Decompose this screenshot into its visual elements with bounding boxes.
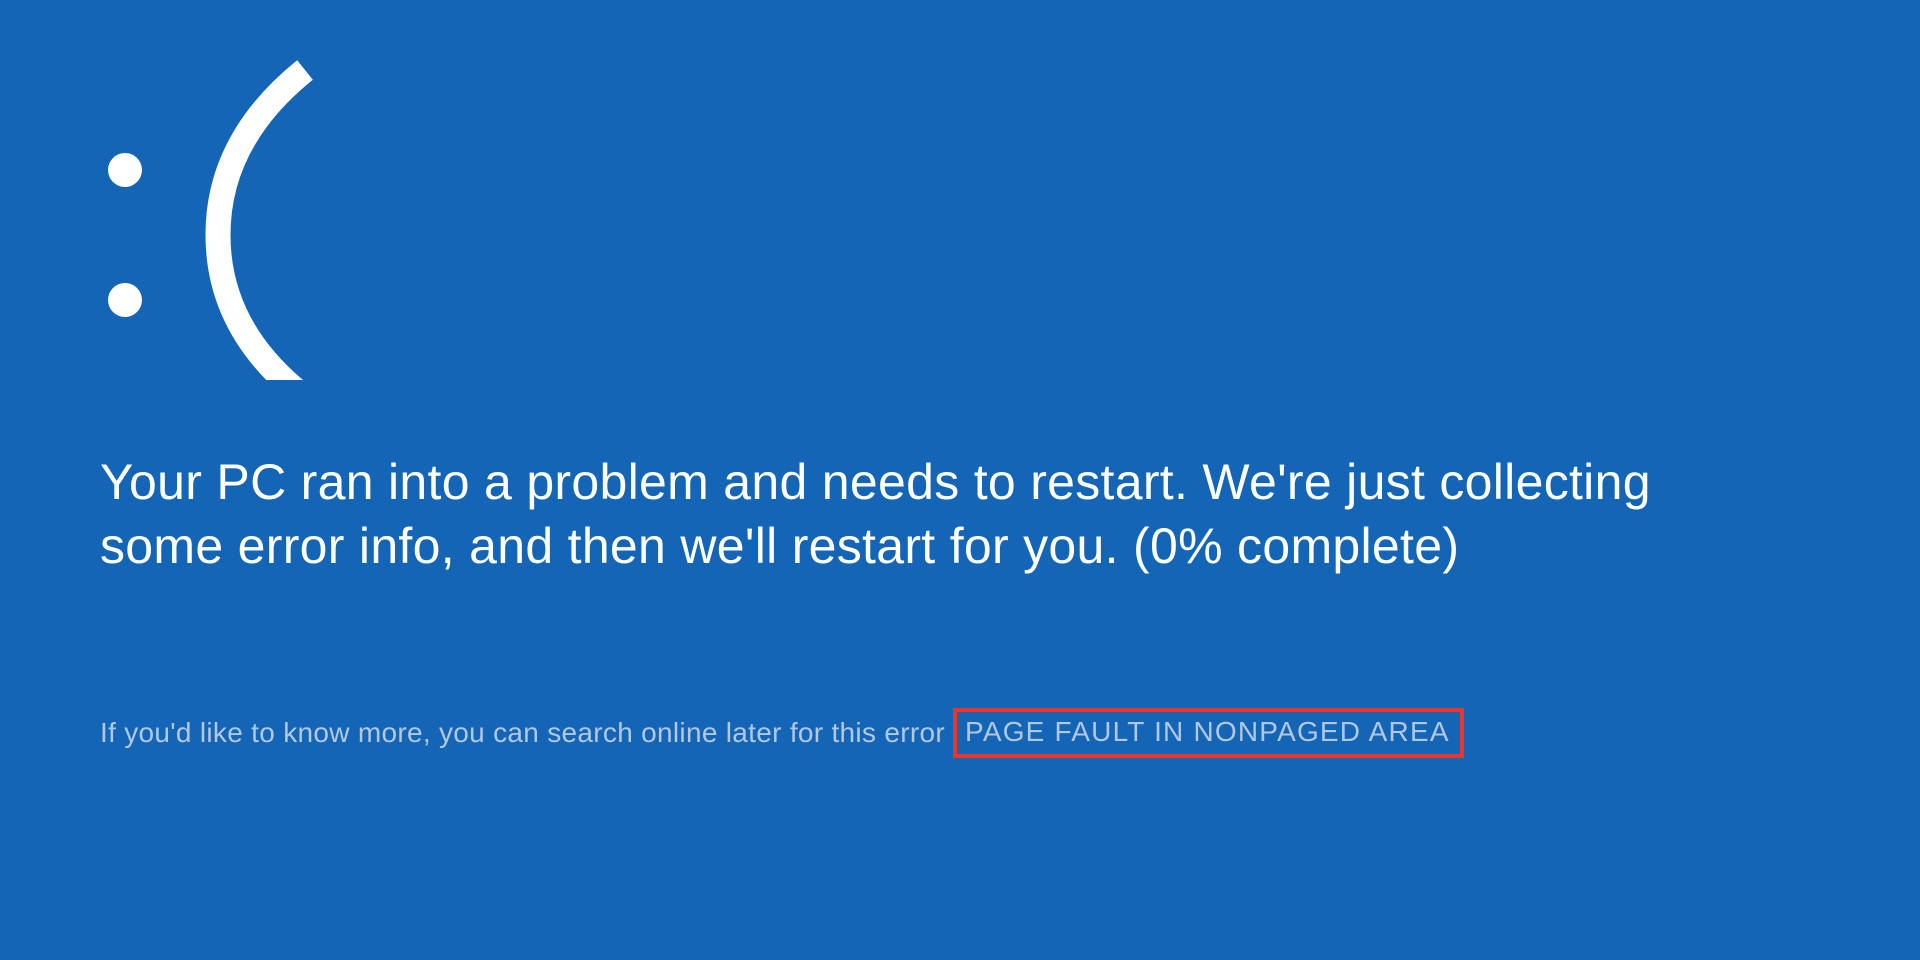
bsod-message: Your PC ran into a problem and needs to … bbox=[100, 450, 1760, 578]
bsod-footer-prefix: If you'd like to know more, you can sear… bbox=[100, 717, 953, 749]
bsod-error-code: PAGE FAULT IN NONPAGED AREA bbox=[953, 708, 1464, 758]
bsod-footer: If you'd like to know more, you can sear… bbox=[100, 708, 1820, 758]
sad-face-icon bbox=[100, 60, 1820, 380]
